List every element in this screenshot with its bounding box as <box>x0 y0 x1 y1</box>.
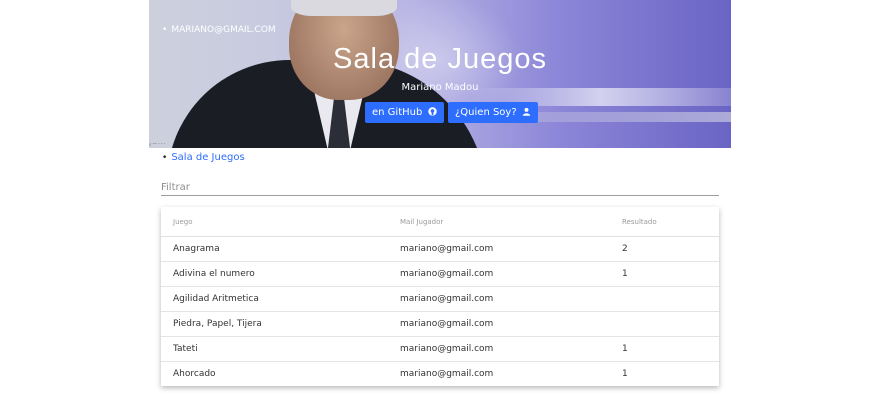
cell-juego: Piedra, Papel, Tijera <box>161 311 388 337</box>
about-button[interactable]: ¿Quien Soy? <box>448 102 538 123</box>
cell-resultado: 1 <box>610 336 719 362</box>
cell-mail: mariano@gmail.com <box>388 236 610 262</box>
table-row[interactable]: Tateti mariano@gmail.com 1 <box>161 336 719 362</box>
cell-resultado: 2 <box>610 236 719 262</box>
cell-juego: Ahorcado <box>173 369 216 379</box>
github-icon <box>427 107 437 116</box>
cell-mail: mariano@gmail.com <box>388 261 610 287</box>
table-row[interactable]: Adivina el numero mariano@gmail.com 1 <box>161 261 719 287</box>
cell-juego: Agilidad Aritmetica <box>161 286 388 312</box>
table-header-row: Juego Mail Jugador Resultado <box>161 207 719 237</box>
results-table: Juego Mail Jugador Resultado Anagrama ma… <box>161 207 719 386</box>
cell-juego: Tateti <box>161 336 388 362</box>
nav-link-sala-de-juegos[interactable]: Sala de Juegos <box>171 152 244 163</box>
overlay-email[interactable]: MARIANO@GMAIL.COM <box>162 25 275 35</box>
column-header-mail[interactable]: Mail Jugador <box>388 207 610 237</box>
table-row[interactable]: Agilidad Aritmetica mariano@gmail.com <box>161 286 719 312</box>
cell-juego: Adivina el numero <box>161 261 388 287</box>
user-icon <box>522 107 530 116</box>
table-row[interactable]: Ahorcado mariano@gmail.com 1 <box>161 362 719 387</box>
cell-resultado <box>610 311 719 337</box>
filter-input[interactable] <box>161 180 719 196</box>
hero-banner: Sala de Juegos Mariano Madou en GitHub ¿… <box>149 0 731 148</box>
github-button-label: en GitHub <box>372 107 423 118</box>
results-table-card: Juego Mail Jugador Resultado Anagrama ma… <box>161 207 719 386</box>
column-header-juego[interactable]: Juego <box>161 207 388 237</box>
cell-mail: mariano@gmail.com <box>388 311 610 337</box>
nav-item: Sala de Juegos <box>162 152 244 163</box>
cell-resultado: 1 <box>610 261 719 287</box>
about-button-label: ¿Quien Soy? <box>455 107 517 118</box>
table-row[interactable]: Piedra, Papel, Tijera mariano@gmail.com <box>161 311 719 337</box>
page-title: Sala de Juegos <box>333 43 547 75</box>
clipped-heading: Ju... <box>149 143 269 149</box>
cell-mail: mariano@gmail.com <box>400 369 494 379</box>
nav-menu: Sala de Juegos <box>162 152 244 163</box>
column-header-resultado[interactable]: Resultado <box>610 207 719 237</box>
overlay-menu: MARIANO@GMAIL.COM <box>162 25 275 35</box>
cell-resultado <box>610 286 719 312</box>
cell-mail: mariano@gmail.com <box>388 336 610 362</box>
cell-juego: Anagrama <box>161 236 388 262</box>
cell-mail: mariano@gmail.com <box>388 286 610 312</box>
author-name: Mariano Madou <box>401 82 479 93</box>
table-row[interactable]: Anagrama mariano@gmail.com 2 <box>161 236 719 262</box>
hero-photo-hair <box>291 0 397 16</box>
cell-resultado: 1 <box>622 369 628 379</box>
github-button[interactable]: en GitHub <box>365 102 444 123</box>
